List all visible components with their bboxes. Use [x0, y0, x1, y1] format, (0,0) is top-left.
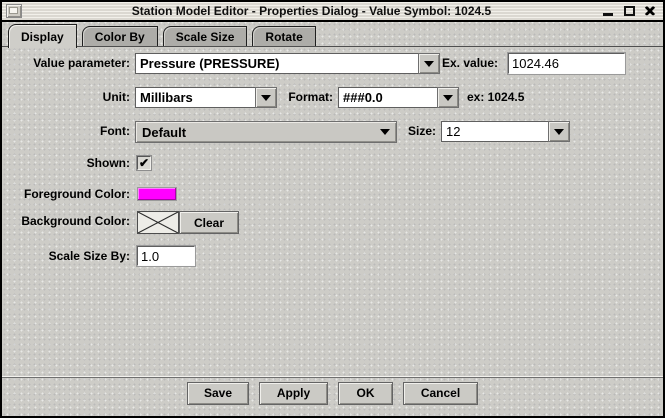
unit-label: Unit:	[6, 87, 130, 108]
font-combobox[interactable]: Default	[135, 121, 397, 143]
button-panel-separator	[2, 376, 663, 378]
format-combobox[interactable]	[338, 87, 459, 108]
scale-size-by-input[interactable]	[137, 246, 195, 266]
size-input[interactable]	[441, 121, 548, 142]
foreground-color-label: Foreground Color:	[6, 184, 130, 205]
x-cross-icon	[138, 212, 178, 233]
size-combobox[interactable]	[441, 121, 570, 142]
dropdown-arrow-icon	[424, 61, 434, 67]
window-menu-icon[interactable]	[6, 4, 22, 18]
window-controls: ✕	[601, 4, 659, 18]
minimize-icon	[603, 13, 613, 16]
cancel-button[interactable]: Cancel	[403, 382, 478, 405]
background-color-label: Background Color:	[6, 211, 130, 232]
format-label: Format:	[253, 87, 333, 108]
ok-button[interactable]: OK	[338, 382, 393, 405]
tab-bar: Display Color By Scale Size Rotate	[8, 24, 321, 48]
format-example-text: ex: 1024.5	[467, 87, 524, 108]
apply-button[interactable]: Apply	[259, 382, 328, 405]
dropdown-arrow-icon	[380, 129, 390, 135]
tab-display[interactable]: Display	[8, 24, 77, 48]
shown-label: Shown:	[6, 153, 130, 174]
tab-color-by[interactable]: Color By	[82, 26, 158, 46]
maximize-button[interactable]	[622, 4, 636, 18]
value-parameter-label: Value parameter:	[6, 53, 130, 74]
value-parameter-value: Pressure (PRESSURE)	[135, 53, 418, 74]
dropdown-arrow-icon	[443, 95, 453, 101]
format-input[interactable]	[338, 87, 437, 108]
station-model-editor-dialog: Station Model Editor - Properties Dialog…	[0, 0, 665, 418]
size-dropdown-button[interactable]	[548, 121, 570, 142]
tab-scale-size[interactable]: Scale Size	[163, 26, 248, 46]
close-button[interactable]: ✕	[643, 4, 657, 18]
foreground-color-swatch[interactable]	[137, 187, 177, 201]
scale-size-by-label: Scale Size By:	[6, 246, 130, 267]
format-dropdown-button[interactable]	[437, 87, 459, 108]
dropdown-arrow-icon	[554, 129, 564, 135]
size-label: Size:	[392, 121, 436, 142]
value-parameter-combobox[interactable]: Pressure (PRESSURE)	[135, 53, 440, 74]
window-title: Station Model Editor - Properties Dialog…	[22, 4, 601, 18]
titlebar: Station Model Editor - Properties Dialog…	[2, 2, 663, 22]
dialog-button-row: Save Apply OK Cancel	[2, 380, 663, 406]
minimize-button[interactable]	[601, 4, 615, 18]
save-button[interactable]: Save	[187, 382, 249, 405]
shown-checkbox[interactable]: ✔	[137, 156, 151, 170]
display-tab-panel: Value parameter: Pressure (PRESSURE) Ex.…	[2, 46, 663, 376]
tab-rotate[interactable]: Rotate	[252, 26, 315, 46]
maximize-icon	[624, 6, 635, 16]
font-value: Default	[142, 125, 186, 140]
close-icon: ✕	[644, 4, 656, 18]
window-menu-icon-pane	[9, 7, 18, 14]
clear-background-button[interactable]: Clear	[179, 211, 239, 234]
check-icon: ✔	[139, 157, 149, 169]
font-label: Font:	[6, 121, 130, 142]
ex-value-label: Ex. value:	[442, 53, 498, 74]
unit-value: Millibars	[135, 87, 255, 108]
value-parameter-dropdown-button[interactable]	[418, 53, 440, 74]
ex-value-input[interactable]	[508, 53, 625, 74]
background-color-swatch[interactable]	[137, 211, 179, 234]
